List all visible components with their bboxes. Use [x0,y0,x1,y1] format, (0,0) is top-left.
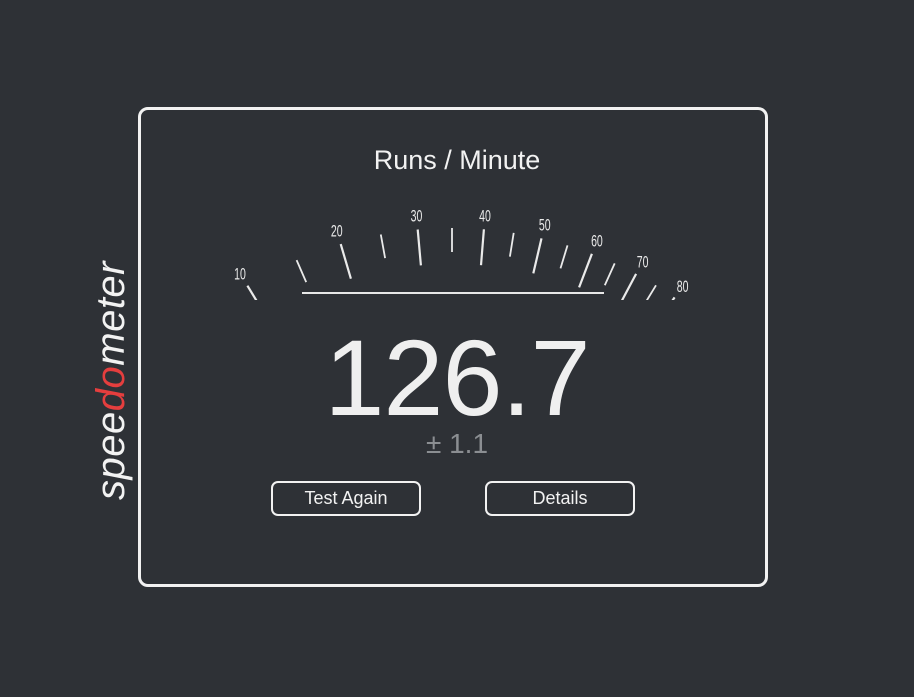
gauge-tick-45 [509,232,515,257]
gauge-tick-label-70: 70 [637,252,649,271]
score-value: 126.7 [324,317,590,438]
score-error: ± 1.1 [425,428,489,459]
gauge-tick-65 [603,263,616,286]
gauge-tick-label-40: 40 [479,206,491,225]
gauge-tick-25 [379,234,386,259]
gauge-tick-80 [671,296,676,300]
gauge-tick-labels: 0102030405060708090100110120130140 [234,206,689,296]
gauge-tick-label-60: 60 [591,231,603,250]
details-button[interactable]: Details [485,481,635,516]
gauge-dial: 0102030405060708090100110120130140 [234,206,689,300]
gauge-tick-60 [578,253,593,288]
gauge-tick-label-50: 50 [539,215,551,234]
gauge-tick-75 [645,284,657,300]
gauge-tick-40 [479,229,485,266]
gauge-tick-70 [620,273,638,300]
gauge-tick-label-30: 30 [411,206,423,225]
gauge-tick-10 [246,285,258,300]
gauge-tick-20 [339,243,352,280]
gauge-tick-30 [416,229,422,266]
gauge-tick-55 [559,245,569,269]
divider [302,292,604,294]
gauge-tick-label-80: 80 [677,276,689,295]
gauge-tick-15 [295,259,308,283]
gauge-tick-label-20: 20 [331,221,343,240]
test-again-button[interactable]: Test Again [271,481,421,516]
gauge-ticks [246,228,676,300]
gauge-tick-50 [532,238,543,274]
gauge-tick-label-10: 10 [234,264,246,283]
